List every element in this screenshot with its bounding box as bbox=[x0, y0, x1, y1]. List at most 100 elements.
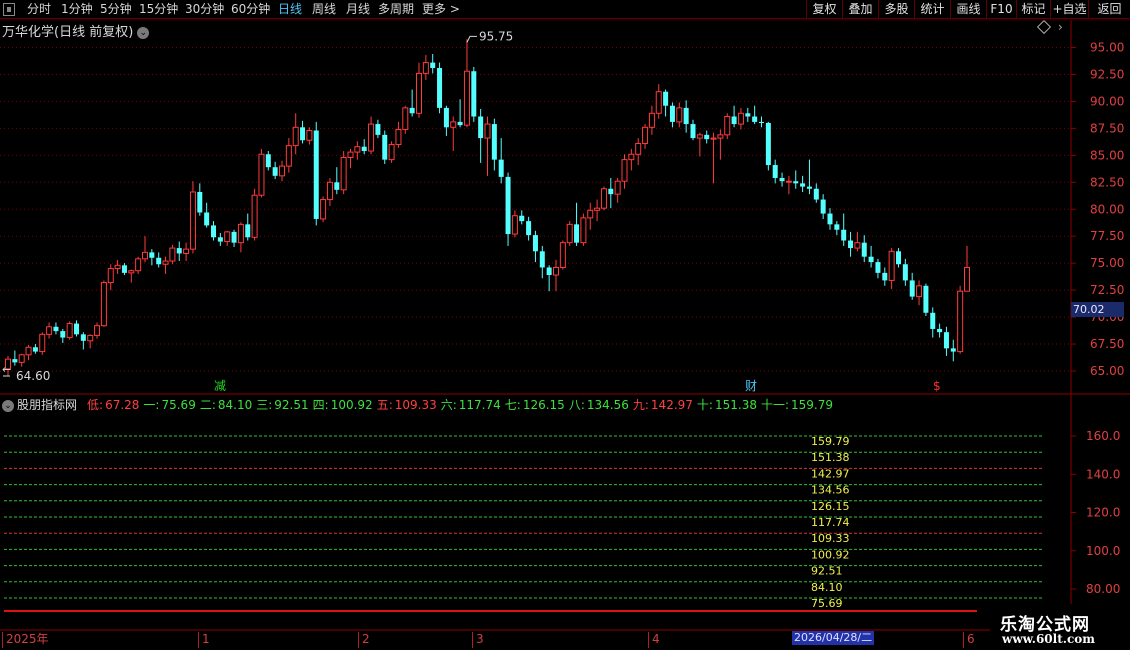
candle-body bbox=[231, 231, 237, 243]
candle-body bbox=[669, 105, 675, 122]
high-label: 95.75 bbox=[479, 29, 513, 43]
candle-body bbox=[32, 347, 38, 352]
candle-body bbox=[211, 225, 216, 238]
candle-body bbox=[87, 334, 94, 342]
candle-body bbox=[896, 251, 901, 265]
candle-body bbox=[820, 199, 826, 214]
ind-tick-label: 80.00 bbox=[1086, 582, 1120, 596]
candle-body bbox=[580, 217, 587, 244]
kline-chart[interactable]: 95.00 92.50 90.00 87.50 85.00 82.50 80.00 77.50… bbox=[0, 0, 1130, 650]
candle-body bbox=[676, 107, 683, 123]
indicator-name[interactable]: 股朋指标网 bbox=[17, 398, 77, 412]
candle-body bbox=[827, 213, 833, 225]
candle-body bbox=[382, 134, 388, 160]
candle-body bbox=[156, 257, 162, 265]
candle-body bbox=[204, 212, 210, 226]
candle-body bbox=[395, 128, 402, 146]
candle-body bbox=[272, 167, 278, 176]
watermark: 乐淘公式网 www.60lt.com bbox=[990, 604, 1130, 650]
candle-body bbox=[189, 191, 196, 250]
candle-body bbox=[135, 258, 142, 272]
indicator-label-3: 三: bbox=[256, 398, 273, 412]
candle-body bbox=[197, 191, 203, 213]
candle-body bbox=[375, 124, 381, 135]
candle-body bbox=[354, 146, 361, 153]
indicator-label-11: 十一: bbox=[760, 398, 790, 412]
candle-body bbox=[532, 235, 538, 252]
date-tick-2: 2 bbox=[358, 632, 370, 648]
candle-body bbox=[265, 154, 271, 168]
candle-body bbox=[943, 332, 949, 349]
candle-body bbox=[326, 181, 333, 201]
candle-body bbox=[574, 224, 580, 243]
candle-body bbox=[834, 224, 840, 230]
indicator-value-5: 109.33 bbox=[394, 398, 437, 412]
candle-body bbox=[237, 223, 244, 244]
candle-body bbox=[759, 121, 764, 123]
candle-body bbox=[600, 188, 607, 209]
candle-body bbox=[430, 62, 436, 68]
candle-body bbox=[614, 180, 621, 195]
candle-body bbox=[18, 354, 25, 363]
candle-body bbox=[800, 183, 806, 187]
candle-body bbox=[868, 256, 874, 263]
candle-body bbox=[300, 127, 306, 141]
date-tick-6: 6 bbox=[963, 632, 975, 648]
candle-body bbox=[621, 159, 628, 182]
candle-body bbox=[74, 323, 79, 335]
candle-body bbox=[916, 285, 923, 298]
candle-body bbox=[409, 107, 415, 114]
candle-body bbox=[696, 134, 703, 139]
candle-body bbox=[471, 71, 477, 117]
ind-tick-label: 160.0 bbox=[1086, 429, 1120, 443]
candle-body bbox=[340, 156, 347, 191]
candle-body bbox=[121, 265, 127, 273]
candle-body bbox=[498, 159, 504, 177]
candle-body bbox=[785, 180, 792, 183]
level-label-5: 117.74 bbox=[811, 516, 850, 529]
candle-body bbox=[559, 242, 566, 268]
candle-body bbox=[162, 260, 169, 265]
price-tick-label: 82.50 bbox=[1090, 175, 1124, 189]
candle-body bbox=[25, 346, 32, 356]
candle-body bbox=[422, 62, 429, 74]
candle-body bbox=[813, 188, 819, 200]
candle-body bbox=[491, 124, 497, 160]
candle-body bbox=[957, 290, 964, 353]
candle-body bbox=[546, 267, 552, 276]
candle-body bbox=[12, 359, 18, 363]
level-label-4: 126.15 bbox=[811, 500, 850, 513]
candle-body bbox=[566, 223, 573, 244]
candle-body bbox=[169, 247, 176, 262]
candle-body bbox=[368, 123, 375, 152]
candle-body bbox=[779, 177, 785, 182]
candle-body bbox=[902, 264, 908, 281]
candle-body bbox=[806, 186, 812, 189]
candle-body bbox=[176, 248, 182, 254]
candle-body bbox=[511, 215, 518, 235]
candle-body bbox=[765, 122, 771, 166]
candle-body bbox=[635, 142, 642, 155]
indicator-label-0: 低: bbox=[87, 398, 104, 412]
ind-tick-label: 140.0 bbox=[1086, 467, 1120, 481]
candle-body bbox=[306, 130, 313, 141]
high-pointer bbox=[466, 35, 477, 43]
indicator-label-10: 十: bbox=[696, 398, 713, 412]
level-label-2: 142.97 bbox=[811, 467, 850, 480]
candle-body bbox=[854, 242, 861, 249]
indicator-value-8: 134.56 bbox=[586, 398, 629, 412]
price-tick-label: 87.50 bbox=[1090, 121, 1124, 135]
ind-tick-label: 120.0 bbox=[1086, 506, 1120, 520]
indicator-value-3: 92.51 bbox=[274, 398, 309, 412]
candle-body bbox=[737, 112, 744, 125]
candle-body bbox=[388, 144, 395, 161]
candle-body bbox=[334, 182, 340, 190]
chevron-down-icon[interactable]: ⌄ bbox=[2, 399, 14, 412]
watermark-url: www.60lt.com bbox=[1002, 632, 1095, 646]
candle-body bbox=[848, 240, 854, 249]
price-tick-label: 75.00 bbox=[1090, 256, 1124, 270]
candle-body bbox=[347, 151, 354, 158]
candle-body bbox=[731, 116, 737, 125]
candle-body bbox=[526, 221, 532, 236]
indicator-value-4: 100.92 bbox=[330, 398, 373, 412]
